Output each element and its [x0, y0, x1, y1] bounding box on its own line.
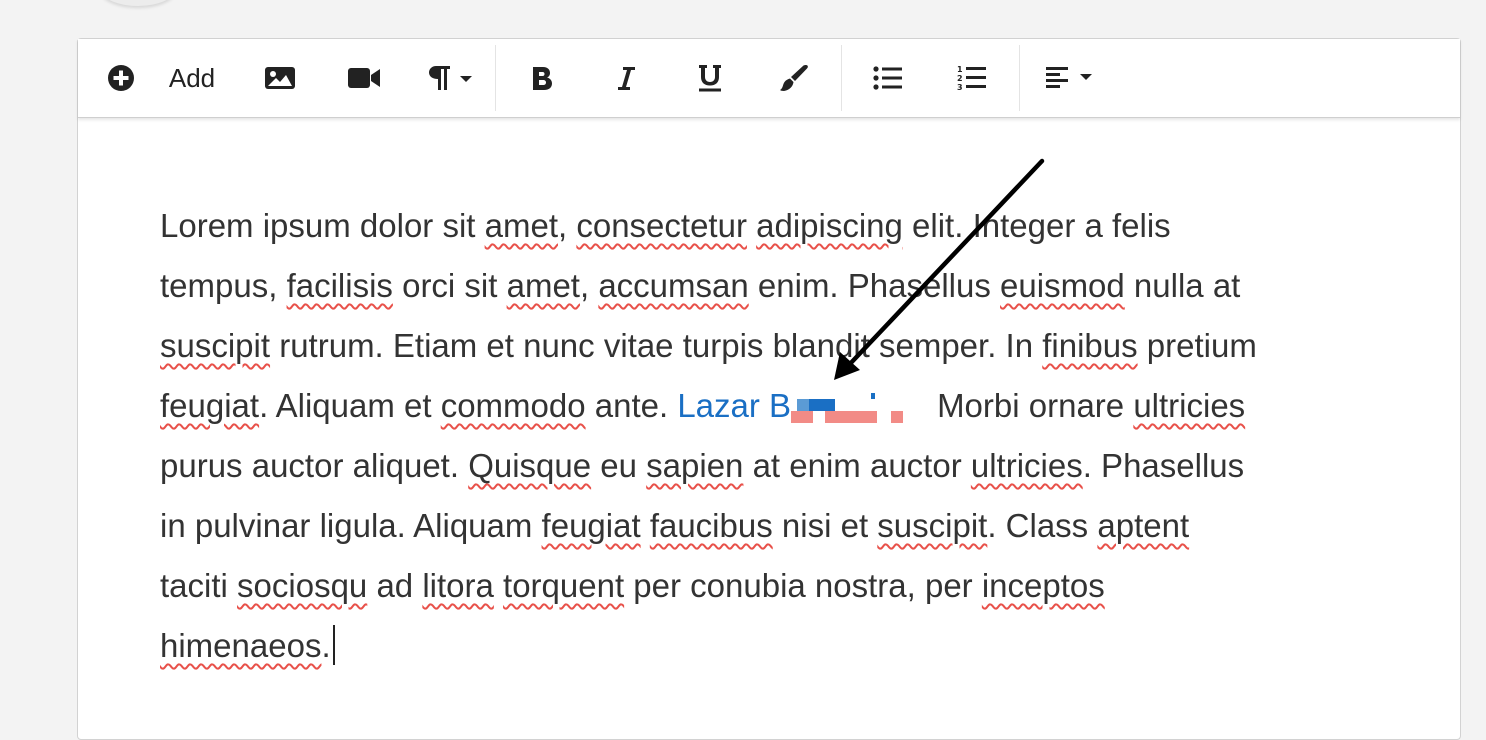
user-mention-link[interactable]: Lazar B	[677, 387, 937, 424]
text-span: nulla at	[1124, 267, 1241, 304]
svg-text:1: 1	[957, 65, 963, 74]
rich-text-editor[interactable]: Add 1 2 3 Lorem ipsum dolor sit amet, co…	[77, 38, 1461, 740]
misspelled-word: amet	[506, 267, 580, 304]
misspelled-word: torquent	[503, 567, 625, 604]
text-span	[641, 507, 650, 544]
text-span: . Phasellus	[1082, 447, 1245, 484]
text-span: Lorem ipsum dolor sit	[160, 207, 485, 244]
text-span: taciti	[160, 567, 238, 604]
underline-icon[interactable]	[692, 55, 728, 101]
misspelled-word: sociosqu	[237, 567, 368, 604]
text-span: Morbi ornare	[937, 387, 1134, 424]
align-dropdown[interactable]	[1040, 55, 1100, 101]
text-span: . Aliquam et	[259, 387, 441, 424]
misspelled-word: adipiscing	[756, 207, 903, 244]
toolbar-separator	[841, 45, 842, 111]
misspelled-word: himenaeos	[160, 627, 322, 664]
text-span: at enim auctor	[743, 447, 971, 484]
avatar[interactable]	[98, 0, 178, 6]
text-span: .	[321, 627, 331, 664]
svg-text:2: 2	[957, 74, 963, 83]
text-span: orci sit	[392, 267, 507, 304]
text-line: taciti sociosqu ad litora torquent per c…	[160, 556, 1400, 616]
text-span: in pulvinar ligula. Aliquam	[160, 507, 542, 544]
misspelled-word: Quisque	[468, 447, 592, 484]
misspelled-word: inceptos	[981, 567, 1105, 604]
text-span: elit. Integer a felis	[902, 207, 1171, 244]
text-span: purus auctor aliquet.	[160, 447, 469, 484]
text-span: enim. Phasellus	[748, 267, 1001, 304]
add-label: Add	[168, 62, 216, 93]
text-cursor	[332, 625, 335, 665]
misspelled-word: ultricies	[970, 447, 1083, 484]
text-line: himenaeos.	[160, 616, 1400, 676]
misspelled-word: consectetur	[576, 207, 747, 244]
add-button[interactable]: Add	[164, 55, 220, 101]
image-icon[interactable]	[262, 55, 298, 101]
paragraph-format-dropdown[interactable]	[424, 55, 480, 101]
text-line: Lorem ipsum dolor sit amet, consectetur …	[160, 196, 1400, 256]
text-line: purus auctor aliquet. Quisque eu sapien …	[160, 436, 1400, 496]
brush-icon[interactable]	[776, 55, 812, 101]
editor-content[interactable]: Lorem ipsum dolor sit amet, consectetur …	[160, 196, 1400, 676]
misspelled-word: amet	[484, 207, 558, 244]
misspelled-word: feugiat	[160, 387, 260, 424]
misspelled-word: suscipit	[160, 327, 271, 364]
bold-icon[interactable]	[524, 55, 560, 101]
misspelled-word: commodo	[440, 387, 586, 424]
text-span: ,	[558, 207, 577, 244]
editor-toolbar: Add 1 2 3	[78, 39, 1460, 118]
text-span	[494, 567, 503, 604]
text-span: nisi et	[772, 507, 878, 544]
misspelled-word: finibus	[1042, 327, 1138, 364]
misspelled-word: facilisis	[286, 267, 393, 304]
misspelled-word: aptent	[1097, 507, 1190, 544]
text-line: in pulvinar ligula. Aliquam feugiat fauc…	[160, 496, 1400, 556]
video-icon[interactable]	[346, 55, 382, 101]
misspelled-word: ultricies	[1133, 387, 1246, 424]
text-span: pretium	[1137, 327, 1257, 364]
text-span: rutrum. Etiam et nunc vitae turpis bland…	[270, 327, 1043, 364]
misspelled-word: accumsan	[598, 267, 749, 304]
bullet-list-icon[interactable]	[870, 55, 906, 101]
misspelled-word: sapien	[646, 447, 744, 484]
text-span: . Class	[987, 507, 1098, 544]
italic-icon[interactable]	[608, 55, 644, 101]
text-line: tempus, facilisis orci sit amet, accumsa…	[160, 256, 1400, 316]
text-span: eu	[591, 447, 647, 484]
text-span: ante.	[585, 387, 678, 424]
toolbar-separator	[1019, 45, 1020, 111]
text-span: ad	[367, 567, 423, 604]
misspelled-word: euismod	[1000, 267, 1125, 304]
misspelled-word: litora	[422, 567, 494, 604]
misspelled-word: feugiat	[541, 507, 641, 544]
text-line: suscipit rutrum. Etiam et nunc vitae tur…	[160, 316, 1400, 376]
text-span: per conubia nostra, per	[624, 567, 982, 604]
text-span: ,	[579, 267, 599, 304]
text-span	[747, 207, 756, 244]
toolbar-separator	[495, 45, 496, 111]
redacted-mention-name	[791, 385, 937, 425]
text-line: feugiat. Aliquam et commodo ante. Lazar …	[160, 376, 1400, 436]
misspelled-word: faucibus	[649, 507, 773, 544]
add-icon[interactable]	[104, 55, 138, 101]
text-span: tempus,	[160, 267, 287, 304]
mention-text: Lazar B	[677, 387, 792, 424]
misspelled-word: suscipit	[877, 507, 988, 544]
svg-text:3: 3	[957, 83, 963, 92]
numbered-list-icon[interactable]: 1 2 3	[954, 55, 990, 101]
